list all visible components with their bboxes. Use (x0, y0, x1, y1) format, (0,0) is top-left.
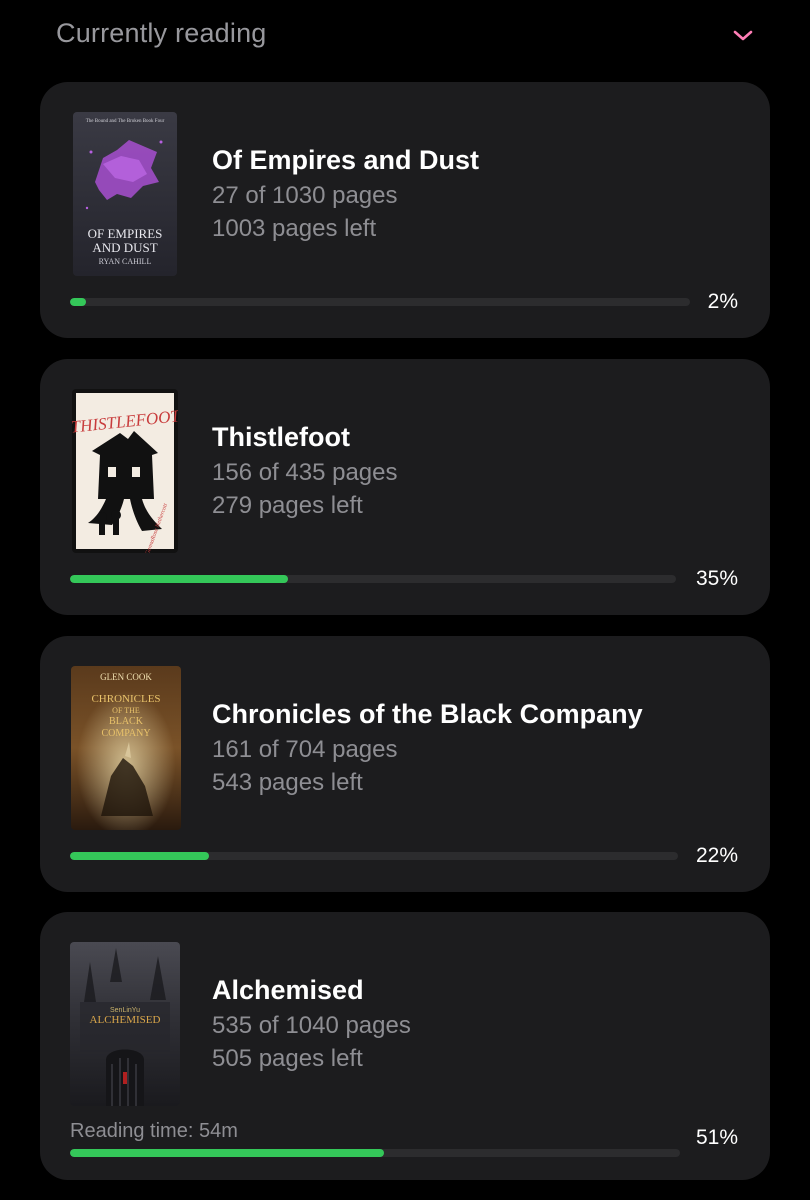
progress-percent: 2% (707, 290, 738, 313)
book-cover[interactable]: THISTLEFOOT GennaRose Nethercott (72, 389, 178, 553)
chevron-down-icon[interactable] (730, 26, 756, 44)
book-cover[interactable]: SenLinYu ALCHEMISED (70, 942, 180, 1106)
progress-percent: 35% (695, 567, 738, 590)
progress-fill (70, 1149, 384, 1157)
progress-bar[interactable] (70, 1149, 680, 1157)
progress-percent: 51% (695, 1126, 738, 1149)
book-card[interactable]: THISTLEFOOT GennaRose Nethercott Thistle… (40, 359, 770, 615)
progress-bar[interactable] (70, 852, 678, 860)
pages-left: 505 pages left (212, 1045, 363, 1072)
progress-bar[interactable] (70, 575, 676, 583)
cover-author-text: SenLinYu (110, 1007, 140, 1014)
pages-read: 161 of 704 pages (212, 736, 398, 763)
book-title[interactable]: Thistlefoot (212, 421, 398, 453)
pages-read: 27 of 1030 pages (212, 182, 398, 209)
cover-author-text: GLEN COOK (100, 672, 152, 682)
progress-fill (70, 575, 288, 583)
pages-left: 279 pages left (212, 492, 363, 519)
book-cover[interactable]: The Bound and The Broken Book Four OF EM… (73, 112, 177, 276)
progress-bar[interactable] (70, 298, 690, 306)
section-title: Currently reading (56, 18, 267, 48)
book-card[interactable]: The Bound and The Broken Book Four OF EM… (40, 82, 770, 338)
book-cover[interactable]: GLEN COOK CHRONICLES OF THE BLACK COMPAN… (71, 666, 181, 830)
section-header[interactable]: Currently reading (0, 0, 810, 70)
book-title[interactable]: Of Empires and Dust (212, 144, 479, 176)
pages-read: 156 of 435 pages (212, 459, 398, 486)
book-title[interactable]: Chronicles of the Black Company (212, 698, 643, 730)
cover-title-text: AND DUST (92, 240, 157, 255)
cover-title-text: COMPANY (101, 728, 150, 739)
reading-time: Reading time: 54m (70, 1120, 238, 1142)
pages-left: 1003 pages left (212, 215, 377, 242)
book-card[interactable]: SenLinYu ALCHEMISED Alchemised 535 of 10… (40, 912, 770, 1180)
cover-title-text: OF THE (112, 706, 140, 715)
cover-title-text: OF EMPIRES (88, 226, 163, 241)
cover-title-text: ALCHEMISED (90, 1014, 161, 1026)
book-card[interactable]: GLEN COOK CHRONICLES OF THE BLACK COMPAN… (40, 636, 770, 892)
pages-read: 535 of 1040 pages (212, 1012, 411, 1039)
pages-left: 543 pages left (212, 769, 363, 796)
progress-percent: 22% (695, 844, 738, 867)
cover-title-text: BLACK (109, 716, 144, 727)
cover-author-text: RYAN CAHILL (99, 257, 152, 266)
cover-title-text: CHRONICLES (91, 693, 160, 705)
progress-fill (70, 852, 210, 860)
progress-fill (70, 298, 87, 306)
book-title[interactable]: Alchemised (212, 974, 411, 1006)
cover-series-text: The Bound and The Broken Book Four (86, 119, 165, 124)
